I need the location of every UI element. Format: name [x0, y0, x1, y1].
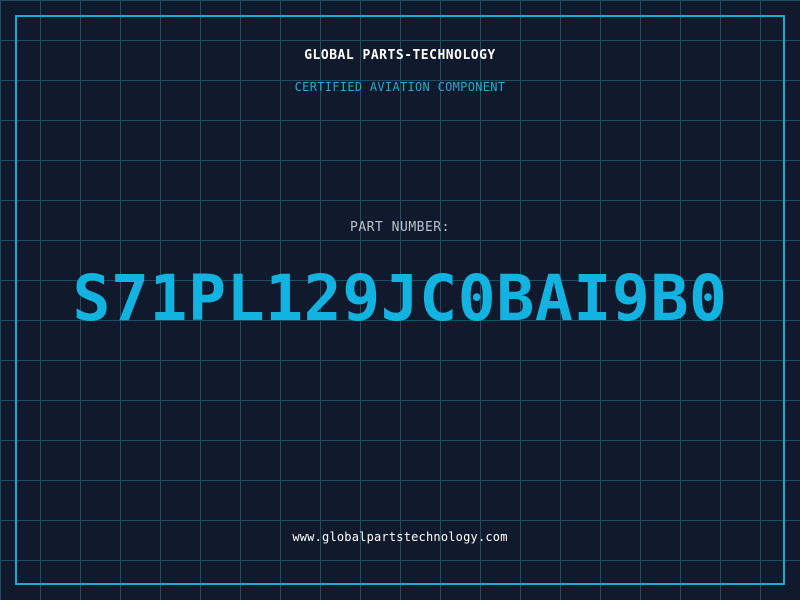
- company-tagline: CERTIFIED AVIATION COMPONENT: [294, 80, 506, 94]
- part-number-label: PART NUMBER:: [350, 220, 450, 235]
- part-number-value: S71PL129JC0BAI9B0: [72, 262, 728, 335]
- company-name: GLOBAL PARTS-TECHNOLOGY: [304, 48, 496, 63]
- company-website: www.globalpartstechnology.com: [292, 530, 508, 544]
- part-label-card: GLOBAL PARTS-TECHNOLOGY CERTIFIED AVIATI…: [0, 0, 800, 600]
